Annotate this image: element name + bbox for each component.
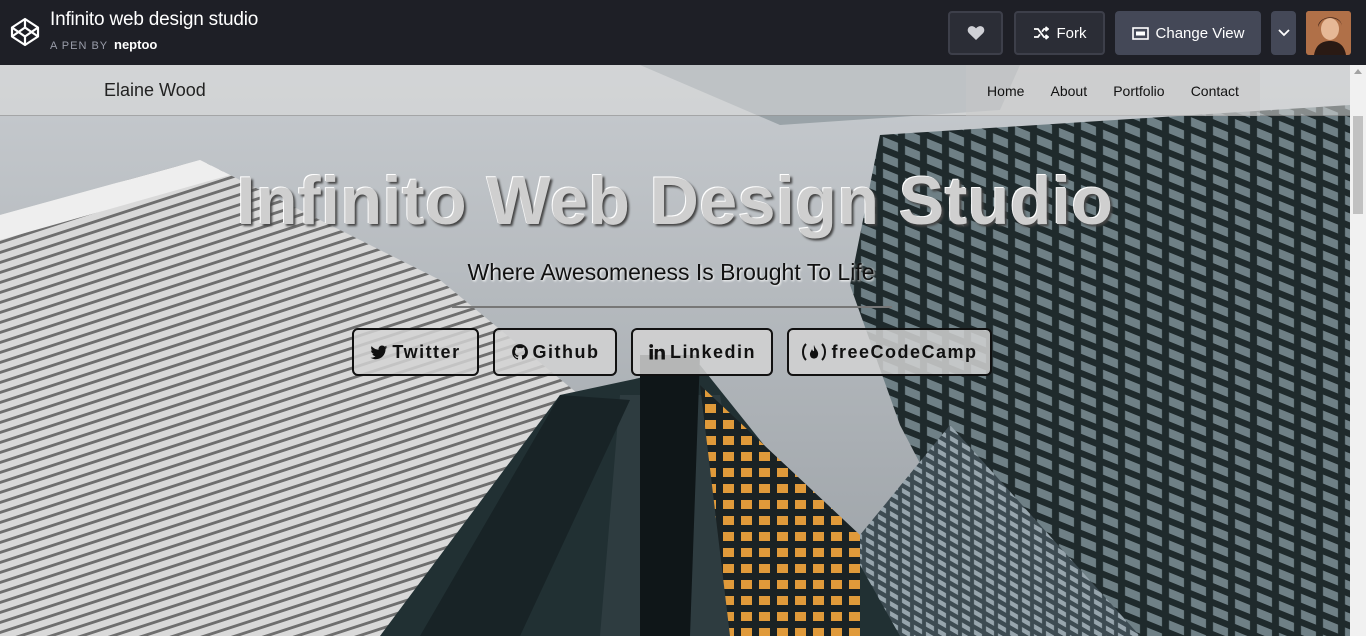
layout-icon <box>1131 26 1149 40</box>
change-view-button[interactable]: Change View <box>1115 11 1261 55</box>
pen-preview: Elaine Wood Home About Portfolio Contact… <box>0 65 1350 636</box>
twitter-label: Twitter <box>392 341 461 362</box>
twitter-button[interactable]: Twitter <box>352 328 479 376</box>
fork-button[interactable]: Fork <box>1014 11 1105 55</box>
pen-title-block: Infinito web design studio A PEN BY nept… <box>50 9 258 52</box>
byline-prefix: A PEN BY <box>50 40 108 52</box>
linkedin-button[interactable]: Linkedin <box>631 328 773 376</box>
site-navbar: Elaine Wood Home About Portfolio Contact <box>0 65 1350 116</box>
user-avatar[interactable] <box>1306 11 1351 55</box>
site-brand[interactable]: Elaine Wood <box>104 80 206 101</box>
heart-icon <box>967 26 984 40</box>
fork-icon <box>1033 26 1049 40</box>
change-view-label: Change View <box>1155 24 1245 42</box>
hero-title: Infinito Web Design Studio <box>236 163 1114 239</box>
linkedin-icon <box>649 344 665 360</box>
view-options-dropdown[interactable] <box>1271 11 1296 55</box>
preview-scrollbar[interactable] <box>1350 65 1366 636</box>
scrollbar-thumb[interactable] <box>1353 116 1363 214</box>
github-label: Github <box>532 341 600 362</box>
like-button[interactable] <box>948 11 1003 55</box>
scroll-up-arrow-icon[interactable] <box>1354 69 1362 74</box>
author-link[interactable]: neptoo <box>114 37 157 52</box>
nav-about[interactable]: About <box>1051 83 1088 99</box>
twitter-icon <box>370 345 388 360</box>
nav-portfolio[interactable]: Portfolio <box>1113 83 1164 99</box>
freecodecamp-icon <box>802 343 827 361</box>
pen-byline: A PEN BY neptoo <box>50 37 258 52</box>
nav-contact[interactable]: Contact <box>1191 83 1239 99</box>
chevron-down-icon <box>1277 29 1290 37</box>
freecodecamp-button[interactable]: freeCodeCamp <box>787 328 992 376</box>
avatar-portrait-icon <box>1306 11 1351 55</box>
fork-label: Fork <box>1056 24 1087 42</box>
nav-home[interactable]: Home <box>987 83 1024 99</box>
github-icon <box>511 344 528 360</box>
freecodecamp-label: freeCodeCamp <box>831 341 978 362</box>
site-nav-links: Home About Portfolio Contact <box>966 65 1260 116</box>
codepen-logo-icon[interactable] <box>9 16 41 48</box>
hero-subtitle: Where Awesomeness Is Brought To Life <box>467 259 875 285</box>
github-button[interactable]: Github <box>493 328 617 376</box>
hero-divider <box>452 306 892 308</box>
pen-title: Infinito web design studio <box>50 9 259 30</box>
linkedin-label: Linkedin <box>669 341 756 362</box>
codepen-header: Infinito web design studio A PEN BY nept… <box>0 0 1366 65</box>
